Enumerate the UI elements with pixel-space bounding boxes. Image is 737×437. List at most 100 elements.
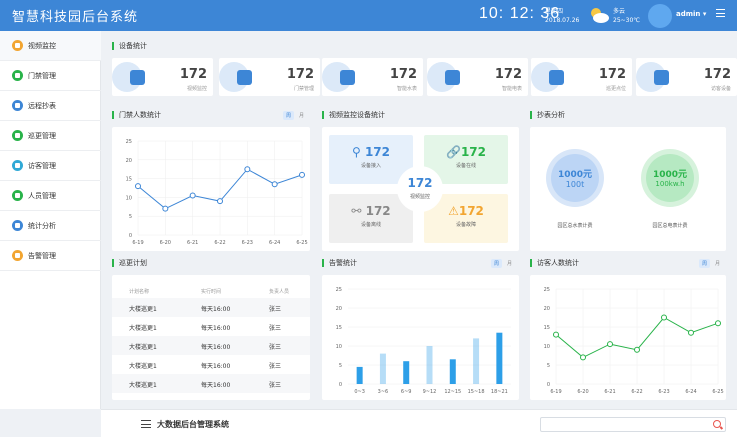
alarm-icon (12, 250, 23, 261)
sidebar-item-label: 访客管理 (28, 162, 56, 170)
cell-time: 每天16:00 (201, 382, 231, 389)
data-point (299, 171, 305, 178)
y-tick-label: 0 (339, 382, 342, 388)
sidebar-item-alarm[interactable]: 告警管理 (0, 241, 101, 271)
search-icon[interactable] (713, 420, 721, 428)
x-tick-label: 6-22 (631, 389, 642, 395)
sidebar-item-personnel[interactable]: 人员管理 (0, 181, 101, 211)
sidebar-item-access[interactable]: 门禁管理 (0, 61, 101, 91)
stat-card-3[interactable]: 172 智能水表 (322, 58, 423, 96)
sidebar-item-patrol[interactable]: 巡更管理 (0, 121, 101, 151)
section-title-visitor: 访客人数统计 (530, 259, 579, 267)
stat-value: 172 (286, 67, 314, 82)
video-total-circle: 172 视频监控 (397, 166, 443, 212)
sidebar-item-stats[interactable]: 统计分析 (0, 211, 101, 241)
plug-icon: ⚲ (351, 145, 361, 159)
person-icon (12, 190, 23, 201)
water-fee-value: 1000元 (557, 170, 593, 180)
y-tick-label: 25 (126, 139, 132, 145)
table-row[interactable]: 大楼巡更1 每天16:00 张三 (112, 336, 310, 355)
table-row[interactable]: 大楼巡更1 每天16:00 张三 (112, 374, 310, 393)
access-chart-card: 0 5 10 15 20 25 6-19 6-20 6-21 6-22 6-23 6-24 6-25 (112, 127, 310, 251)
stat-value: 172 (598, 67, 626, 82)
sidebar-item-label: 视频监控 (28, 42, 56, 50)
cell-plan-name: 大楼巡更1 (129, 325, 157, 332)
top-header: 智慧科技园后台系统 10: 12: 36 星期四 2018.07.26 多云 2… (0, 0, 737, 31)
section-title-video-devices: 视频监控设备统计 (322, 111, 385, 119)
data-point (553, 331, 559, 338)
sidebar-item-label: 告警管理 (28, 252, 56, 260)
toggle-month[interactable]: 月 (712, 259, 723, 268)
toggle-month[interactable]: 月 (504, 259, 515, 268)
sidebar-item-label: 远程抄表 (28, 102, 56, 110)
cell-plan-name: 大楼巡更1 (129, 363, 157, 370)
x-tick-label: 6-24 (685, 389, 696, 395)
table-row[interactable]: 大楼巡更1 每天16:00 张三 (112, 298, 310, 317)
visitor-line-chart: 0 5 10 15 20 25 6-19 6-20 6-21 6-22 6-23 6-24 6-25 (544, 287, 724, 395)
stat-card-5[interactable]: 172 巡更点位 (531, 58, 632, 96)
stat-card-1[interactable]: 172 视频监控 (112, 58, 213, 96)
water-fee-circle: 1000元 100t (551, 154, 599, 202)
toggle-week[interactable]: 周 (699, 259, 711, 268)
y-tick-label: 0 (547, 382, 550, 388)
col-plan-name: 计划名称 (129, 289, 150, 295)
data-point (661, 314, 667, 321)
y-tick-label: 25 (336, 287, 342, 293)
stat-label: 门禁管理 (293, 86, 314, 92)
hamburger-menu-icon[interactable] (716, 9, 725, 17)
stat-card-6[interactable]: 172 访客设备 (636, 58, 737, 96)
table-row[interactable]: 大楼巡更1 每天16:00 张三 (112, 355, 310, 374)
water-fee-label: 园区总水表计费 (557, 223, 593, 229)
patrol-point-icon (549, 70, 564, 85)
water-meter-icon (340, 70, 355, 85)
alarm-bar-chart: 0 5 10 15 20 25 0~3 3~6 6~9 9~12 12~15 15~18 18~21 (336, 287, 511, 395)
link-icon: 🔗 (445, 145, 461, 159)
sidebar-item-video[interactable]: 视频监控 (0, 31, 101, 61)
x-tick-label: 6-25 (296, 240, 307, 246)
toggle-week[interactable]: 周 (283, 111, 295, 120)
y-tick-label: 10 (336, 344, 342, 350)
cell-time: 每天16:00 (201, 344, 231, 351)
power-fee-value: 1000元 (652, 170, 688, 180)
x-tick-label: 6-22 (214, 240, 225, 246)
cell-time: 每天16:00 (201, 325, 231, 332)
stat-value: 172 (179, 67, 207, 82)
user-menu[interactable]: admin ▾ (676, 10, 706, 18)
search-input[interactable] (540, 417, 726, 432)
cell-plan-name: 大楼巡更1 (129, 344, 157, 351)
sidebar-item-visitor[interactable]: 访客管理 (0, 151, 101, 181)
cell-plan-name: 大楼巡更1 (129, 382, 157, 389)
power-fee-circle: 1000元 100kw.h (646, 154, 694, 202)
broken-link-icon: ⚯ (351, 204, 362, 218)
x-tick-label: 6-24 (269, 240, 280, 246)
footer-bar: 大数据后台管理系统 (101, 409, 737, 437)
visitor-device-icon (654, 70, 669, 85)
col-person: 负责人员 (269, 289, 290, 295)
avatar[interactable] (648, 4, 672, 28)
toggle-week[interactable]: 周 (491, 259, 503, 268)
table-row[interactable]: 大楼巡更1 每天16:00 张三 (112, 317, 310, 336)
sidebar-item-meter[interactable]: 远程抄表 (0, 91, 101, 121)
data-point (634, 346, 640, 353)
section-title-device-stats: 设备统计 (112, 42, 147, 50)
x-tick-label: 6-21 (187, 240, 198, 246)
x-tick-label: 0~3 (354, 389, 365, 395)
section-title-patrol: 巡更计划 (112, 259, 147, 267)
stat-card-4[interactable]: 172 智能电表 (427, 58, 528, 96)
video-online-value: 🔗172 (424, 145, 508, 159)
y-tick-label: 20 (544, 306, 550, 312)
y-tick-label: 10 (126, 195, 132, 201)
stat-card-2[interactable]: 172 门禁管理 (219, 58, 320, 96)
col-time: 实行时间 (201, 289, 222, 295)
meter-icon (12, 100, 23, 111)
cell-plan-name: 大楼巡更1 (129, 306, 157, 313)
power-fee-label: 园区总电表计费 (652, 223, 688, 229)
footer-menu-icon[interactable] (141, 420, 151, 428)
access-line-chart: 0 5 10 15 20 25 6-19 6-20 6-21 6-22 6-23 6-24 6-25 (126, 139, 308, 246)
video-fault-value: ⚠172 (424, 204, 508, 218)
data-point (607, 341, 613, 348)
x-tick-label: 6-23 (658, 389, 669, 395)
stat-label: 视频监控 (186, 86, 207, 92)
toggle-month[interactable]: 月 (296, 111, 307, 120)
app-title: 智慧科技园后台系统 (12, 10, 139, 25)
